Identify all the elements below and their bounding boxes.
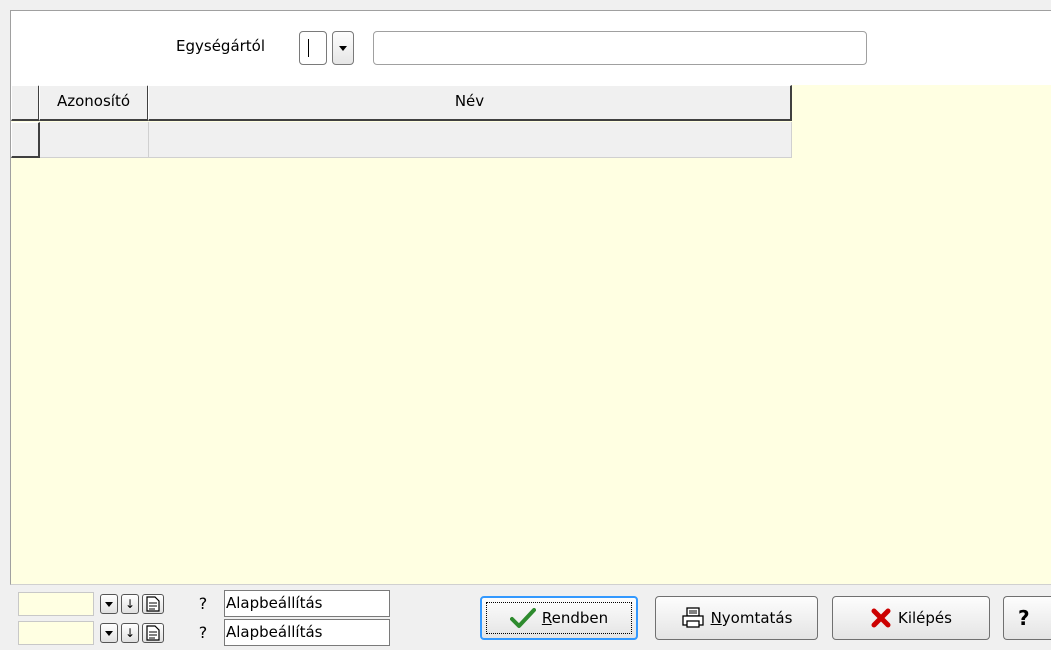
filter-label: Egységártól — [176, 37, 266, 55]
layout-name-field[interactable]: Alapbeállítás — [224, 590, 390, 617]
layout-document-button[interactable] — [142, 623, 164, 643]
chevron-down-icon — [105, 602, 113, 607]
document-icon — [146, 596, 160, 612]
chevron-down-icon — [339, 46, 347, 51]
document-icon — [146, 625, 160, 641]
code-dropdown-button[interactable] — [332, 31, 354, 65]
table-cell-nev[interactable] — [149, 122, 792, 158]
arrow-down-icon: ↓ — [124, 626, 136, 640]
chevron-down-icon — [105, 631, 113, 636]
exit-button[interactable]: Kilépés — [832, 596, 990, 640]
layout-dropdown-button[interactable] — [100, 623, 118, 643]
exit-button-label: Kilépés — [898, 609, 952, 627]
layout-code-field[interactable] — [18, 592, 94, 616]
layout-help-icon[interactable]: ? — [194, 622, 212, 644]
print-button-label: Nyomtatás — [710, 609, 793, 627]
layout-help-icon[interactable]: ? — [194, 593, 212, 615]
arrow-down-icon: ↓ — [124, 597, 136, 611]
checkmark-icon — [509, 608, 536, 628]
text-caret — [308, 39, 309, 57]
grid-corner-header[interactable] — [11, 85, 40, 121]
code-input[interactable] — [299, 31, 327, 65]
ok-button[interactable]: Rendben — [480, 596, 638, 640]
layout-row-1: ↓ ? Alapbeállítás — [18, 590, 398, 618]
column-header-azonosito[interactable]: Azonosító — [39, 85, 149, 121]
name-input[interactable] — [373, 31, 867, 65]
layout-row-2: ↓ ? Alapbeállítás — [18, 619, 398, 647]
table-cell-azonosito[interactable] — [40, 122, 149, 158]
row-indicator[interactable] — [11, 122, 40, 158]
layout-document-button[interactable] — [142, 594, 164, 614]
layout-dropdown-button[interactable] — [100, 594, 118, 614]
layout-save-button[interactable]: ↓ — [121, 623, 139, 643]
help-button-label: ? — [1018, 606, 1030, 630]
results-grid-area[interactable]: Azonosító Név — [10, 85, 1051, 585]
layout-code-field[interactable] — [18, 621, 94, 645]
layout-name-field[interactable]: Alapbeállítás — [224, 619, 390, 646]
filter-panel: Egységártól — [10, 10, 1051, 86]
bottom-bar: ↓ ? Alapbeállítás ↓ ? Alapbeállítás Rend… — [0, 585, 1051, 650]
print-button[interactable]: Nyomtatás — [655, 596, 818, 640]
ok-button-label: Rendben — [541, 609, 609, 627]
layout-save-button[interactable]: ↓ — [121, 594, 139, 614]
column-header-nev[interactable]: Név — [148, 85, 792, 121]
printer-icon — [681, 607, 704, 628]
x-icon — [871, 608, 891, 628]
help-button[interactable]: ? — [1003, 596, 1051, 640]
